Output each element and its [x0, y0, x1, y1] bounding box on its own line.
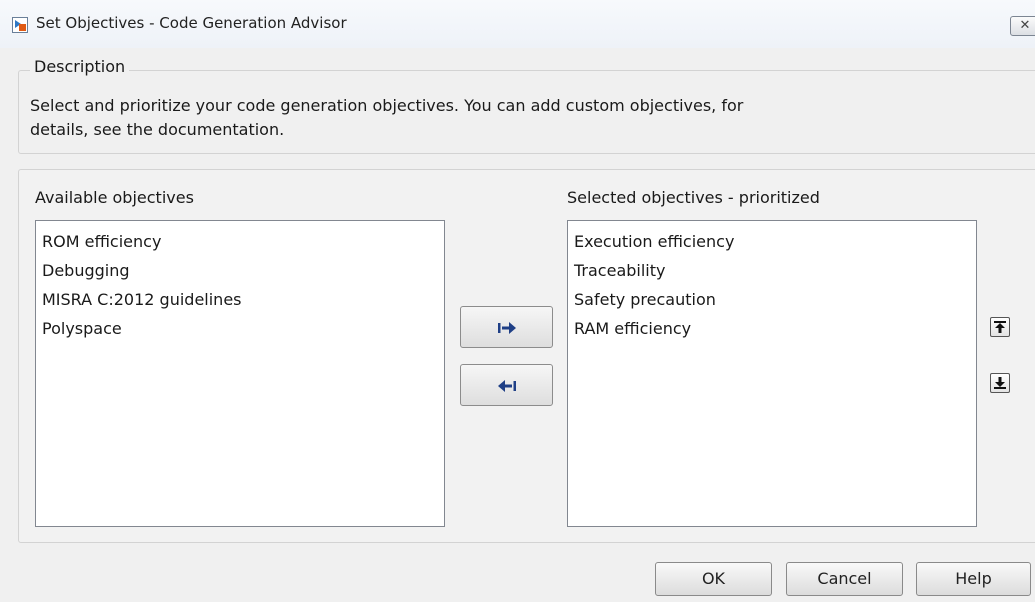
- available-objectives-label: Available objectives: [35, 188, 194, 207]
- list-item[interactable]: Debugging: [42, 256, 438, 285]
- simulink-model-icon: [12, 17, 28, 33]
- list-item[interactable]: RAM efficiency: [574, 314, 970, 343]
- move-up-button[interactable]: [990, 317, 1010, 337]
- selected-objectives-label: Selected objectives - prioritized: [567, 188, 820, 207]
- arrow-left-icon: [498, 380, 516, 392]
- available-objectives-list[interactable]: ROM efficiency Debugging MISRA C:2012 gu…: [35, 220, 445, 527]
- list-item[interactable]: Polyspace: [42, 314, 438, 343]
- ok-button[interactable]: OK: [655, 562, 772, 596]
- move-down-icon: [994, 377, 1006, 389]
- list-item[interactable]: Safety precaution: [574, 285, 970, 314]
- list-item[interactable]: MISRA C:2012 guidelines: [42, 285, 438, 314]
- remove-objective-button[interactable]: [460, 364, 553, 406]
- add-objective-button[interactable]: [460, 306, 553, 348]
- description-legend: Description: [30, 57, 130, 76]
- list-item[interactable]: Traceability: [574, 256, 970, 285]
- arrow-right-icon: [498, 322, 516, 334]
- close-icon: ✕: [1019, 18, 1031, 33]
- selected-objectives-list[interactable]: Execution efficiency Traceability Safety…: [567, 220, 977, 527]
- title-bar: Set Objectives - Code Generation Advisor…: [0, 0, 1035, 48]
- description-text: Select and prioritize your code generati…: [30, 96, 744, 139]
- list-item[interactable]: ROM efficiency: [42, 227, 438, 256]
- move-up-icon: [994, 321, 1006, 333]
- move-down-button[interactable]: [990, 373, 1010, 393]
- list-item[interactable]: Execution efficiency: [574, 227, 970, 256]
- cancel-button[interactable]: Cancel: [786, 562, 903, 596]
- help-button[interactable]: Help: [916, 562, 1031, 596]
- window-title: Set Objectives - Code Generation Advisor: [36, 14, 347, 32]
- close-button[interactable]: ✕: [1010, 16, 1035, 36]
